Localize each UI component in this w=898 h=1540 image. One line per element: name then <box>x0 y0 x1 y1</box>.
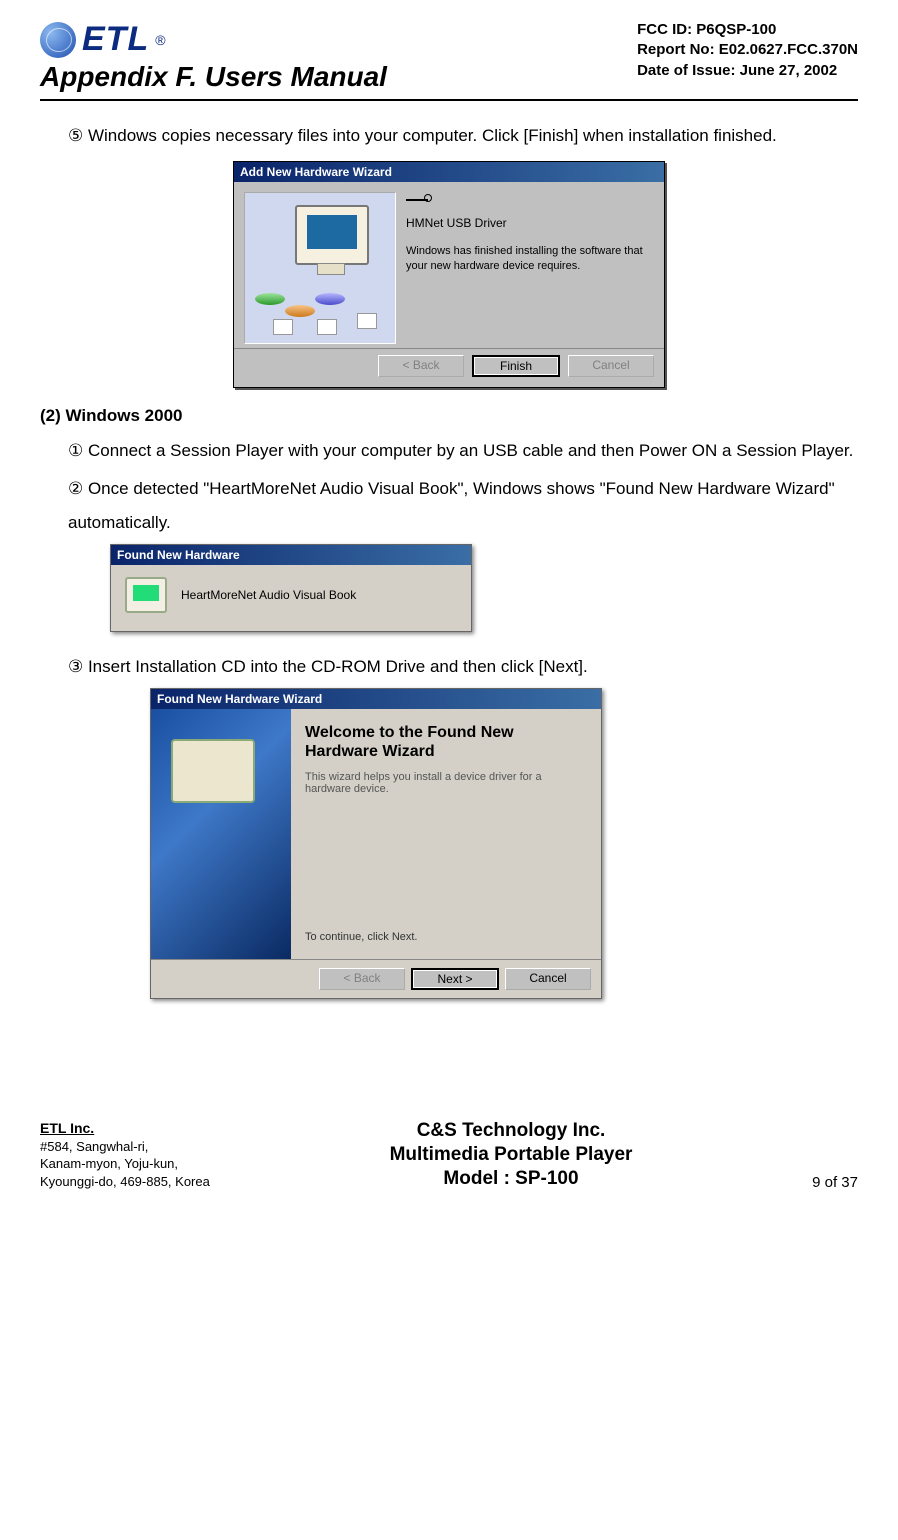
usb-icon <box>406 192 432 210</box>
footer-center-1: C&S Technology Inc. <box>390 1119 633 1143</box>
footer-left: ETL Inc. #584, Sangwhal-ri, Kanam-myon, … <box>40 1119 210 1191</box>
wizard2-description: This wizard helps you install a device d… <box>305 771 587 795</box>
found-new-hardware-wizard-window: Found New Hardware Wizard Welcome to the… <box>150 688 602 999</box>
page-header: ETL ® Appendix F. Users Manual FCC ID: P… <box>40 20 858 93</box>
wizard1-driver-name: HMNet USB Driver <box>406 216 654 230</box>
fcc-info: FCC ID: P6QSP-100 Report No: E02.0627.FC… <box>637 20 858 81</box>
globe-icon <box>40 22 76 58</box>
step-2-2-text: ② Once detected "HeartMoreNet Audio Visu… <box>68 472 858 540</box>
appendix-title: Appendix F. Users Manual <box>40 61 387 93</box>
wizard1-cancel-button: Cancel <box>568 355 654 377</box>
header-separator <box>40 99 858 101</box>
wizard2-back-button: < Back <box>319 968 405 990</box>
footer-page-number: 9 of 37 <box>812 1174 858 1191</box>
logo-text: ETL <box>82 20 149 59</box>
device-icon <box>125 577 167 613</box>
fnh-titlebar: Found New Hardware <box>111 545 471 565</box>
wizard2-next-button[interactable]: Next > <box>411 968 499 990</box>
logo-registered: ® <box>155 32 165 48</box>
fcc-id: FCC ID: P6QSP-100 <box>637 20 858 40</box>
wizard1-message: Windows has finished installing the soft… <box>406 244 654 275</box>
footer-addr3: Kyounggi-do, 469-885, Korea <box>40 1173 210 1191</box>
wizard1-finish-button[interactable]: Finish <box>472 355 560 377</box>
wizard2-cancel-button[interactable]: Cancel <box>505 968 591 990</box>
footer-addr1: #584, Sangwhal-ri, <box>40 1138 210 1156</box>
wizard2-continue-text: To continue, click Next. <box>305 931 587 951</box>
wizard2-titlebar: Found New Hardware Wizard <box>151 689 601 709</box>
footer-center-2: Multimedia Portable Player <box>390 1143 633 1167</box>
wizard1-titlebar: Add New Hardware Wizard <box>234 162 664 182</box>
wizard1-back-button: < Back <box>378 355 464 377</box>
report-no: Report No: E02.0627.FCC.370N <box>637 40 858 60</box>
page-footer: ETL Inc. #584, Sangwhal-ri, Kanam-myon, … <box>40 1119 858 1191</box>
wizard2-illustration <box>151 709 291 959</box>
add-new-hardware-wizard-window: Add New Hardware Wizard HMNet USB Driver… <box>233 161 665 388</box>
found-new-hardware-window: Found New Hardware HeartMoreNet Audio Vi… <box>110 544 472 632</box>
footer-center: C&S Technology Inc. Multimedia Portable … <box>390 1119 633 1190</box>
logo-block: ETL ® Appendix F. Users Manual <box>40 20 387 93</box>
step-2-3-text: ③ Insert Installation CD into the CD-ROM… <box>68 650 858 684</box>
footer-center-3: Model : SP-100 <box>390 1167 633 1191</box>
step-5-text: ⑤ Windows copies necessary files into yo… <box>68 119 858 153</box>
footer-addr2: Kanam-myon, Yoju-kun, <box>40 1155 210 1173</box>
footer-company: ETL Inc. <box>40 1119 210 1138</box>
section-windows-2000: (2) Windows 2000 <box>40 406 858 426</box>
wizard2-welcome: Welcome to the Found New Hardware Wizard <box>305 723 587 761</box>
fnh-text: HeartMoreNet Audio Visual Book <box>181 588 356 602</box>
wizard1-illustration <box>244 192 396 344</box>
issue-date: Date of Issue: June 27, 2002 <box>637 61 858 81</box>
step-2-1-text: ① Connect a Session Player with your com… <box>68 434 858 468</box>
